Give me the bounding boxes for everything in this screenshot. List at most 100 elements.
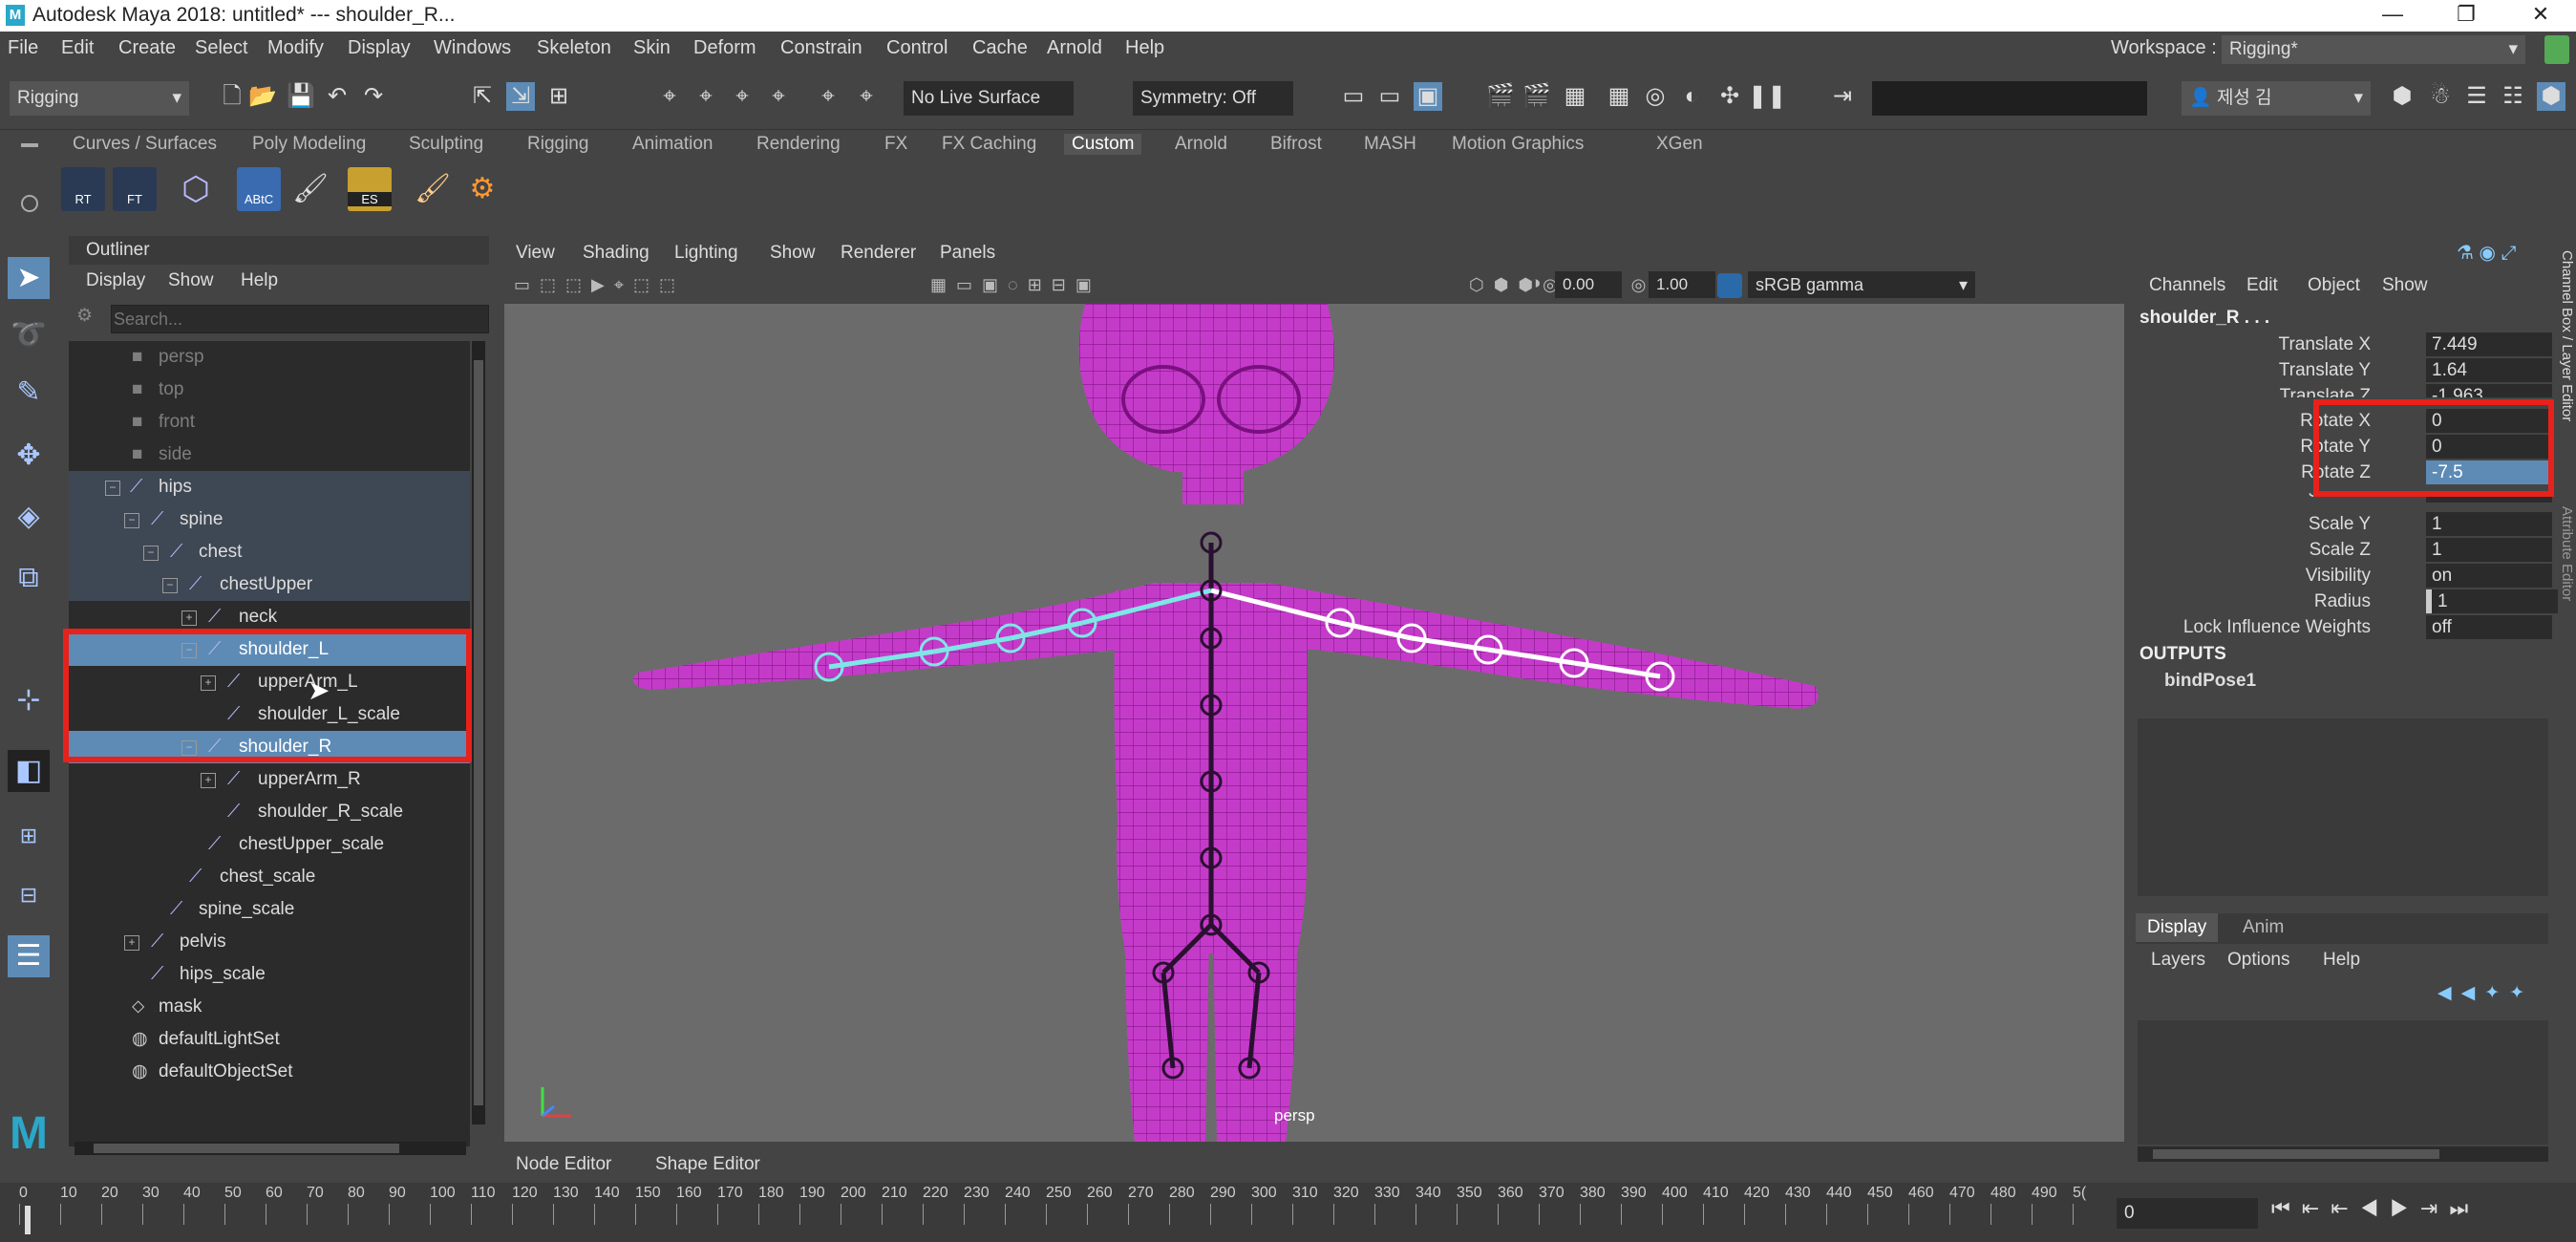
select-tool-icon[interactable]: ➤: [8, 257, 50, 299]
viewport-menu-shading[interactable]: Shading: [583, 243, 649, 264]
color-management-icon[interactable]: [1717, 273, 1742, 298]
display-toggles-icon[interactable]: ▦▭▣◌⊞⊟▣: [930, 275, 1389, 298]
channel-box-icons[interactable]: ⚗ ◉ ⤢: [2457, 241, 2552, 264]
outliner-menu-show[interactable]: Show: [168, 270, 214, 291]
list-item[interactable]: ◍ defaultLightSet: [69, 1023, 470, 1056]
shelf-tab[interactable]: MASH: [1364, 134, 1416, 155]
list-item[interactable]: ◍ defaultObjectSet: [69, 1056, 470, 1088]
attr-value[interactable]: 7.449: [2426, 332, 2552, 356]
layer-tab-display[interactable]: Display: [2136, 913, 2219, 942]
attr-value[interactable]: -1.963: [2426, 384, 2552, 397]
shelf-tool-icon[interactable]: ⚙: [460, 167, 504, 211]
list-item[interactable]: ⟋ chestUpper_scale: [69, 828, 470, 861]
hypershade-icon[interactable]: ◎: [1641, 82, 1670, 111]
list-item[interactable]: + ⟋ upperArm_R: [69, 763, 470, 796]
layer-menu-help[interactable]: Help: [2323, 950, 2360, 971]
output-bindpose[interactable]: bindPose1: [2164, 671, 2256, 692]
menu-select[interactable]: Select: [195, 37, 248, 59]
minimize-button[interactable]: —: [2364, 0, 2421, 32]
modeling-toolkit-icon[interactable]: ⇥: [1828, 82, 1857, 111]
shelf-tab-active[interactable]: Custom: [1064, 134, 1142, 155]
menu-create[interactable]: Create: [118, 37, 176, 59]
attr-translate-y[interactable]: Translate Y 1.64: [2132, 358, 2552, 383]
gamma-input[interactable]: 1.00: [1649, 271, 1715, 298]
render-frame-icon[interactable]: 🎬: [1486, 82, 1515, 111]
list-item[interactable]: ⟋ shoulder_R_scale: [69, 796, 470, 828]
list-item[interactable]: − ⟋ chestUpper: [69, 568, 470, 601]
shelf-tab[interactable]: Arnold: [1175, 134, 1227, 155]
expand-icon[interactable]: +: [181, 610, 197, 626]
layer-tab-anim[interactable]: Anim: [2243, 917, 2284, 938]
viewport-menu-show[interactable]: Show: [770, 243, 816, 264]
collapse-icon[interactable]: −: [124, 513, 139, 528]
viewport-menu-lighting[interactable]: Lighting: [674, 243, 738, 264]
shelf-tab[interactable]: Animation: [632, 134, 713, 155]
time-slider[interactable]: 0 10 20 30 40 50 60 70 80 90 100 110 120 130 140 150 160…: [0, 1183, 2576, 1242]
collapse-icon[interactable]: −: [105, 481, 120, 496]
viewport-menu-renderer[interactable]: Renderer: [841, 243, 916, 264]
list-item[interactable]: ⬦ mask: [69, 991, 470, 1023]
attr-scale-z[interactable]: Scale Z 1: [2132, 538, 2552, 563]
render-setup-icon[interactable]: ◐: [1677, 82, 1706, 111]
current-time-marker[interactable]: [25, 1206, 31, 1234]
snap-curve-icon[interactable]: ⌖: [692, 82, 720, 111]
shelf-es-icon[interactable]: ES: [348, 167, 392, 211]
toggle-attribute-editor-icon[interactable]: ☃: [2426, 82, 2455, 111]
render-settings-icon[interactable]: ▦: [1605, 82, 1633, 111]
user-account-button[interactable]: 👤 제성 김 ▾: [2182, 81, 2371, 116]
shelf-abtc-icon[interactable]: ABtC: [237, 167, 281, 211]
single-perspective-layout-icon[interactable]: ◧: [8, 750, 50, 792]
menu-cache[interactable]: Cache: [972, 37, 1028, 59]
attr-value[interactable]: 1: [2426, 512, 2552, 536]
outliner-layout-icon[interactable]: ☰: [8, 935, 50, 977]
viewport-3d-scene[interactable]: persp: [504, 304, 2124, 1142]
shelf-cube-icon[interactable]: ⬡: [174, 167, 218, 211]
menu-control[interactable]: Control: [886, 37, 947, 59]
output-history-icon[interactable]: ▭: [1375, 82, 1404, 111]
toggle-outliner-icon[interactable]: ⬢: [2537, 82, 2565, 111]
snap-surface-icon[interactable]: ⌖: [814, 82, 842, 111]
collapse-icon[interactable]: −: [162, 578, 178, 593]
save-scene-icon[interactable]: 💾: [287, 82, 315, 111]
outliner-menu-display[interactable]: Display: [86, 270, 145, 291]
expand-icon[interactable]: +: [201, 773, 216, 788]
snap-vertex-icon[interactable]: ⌖: [852, 82, 881, 111]
layer-menu-options[interactable]: Options: [2227, 950, 2289, 971]
shelf-brush-icon[interactable]: 🖌: [288, 167, 332, 211]
undo-icon[interactable]: ↶: [323, 82, 351, 111]
menu-constrain[interactable]: Constrain: [780, 37, 862, 59]
toggle-tool-settings-icon[interactable]: ☰: [2462, 82, 2491, 111]
list-item[interactable]: ⟋ chest_scale: [69, 861, 470, 893]
lasso-tool-icon[interactable]: ➰: [8, 314, 50, 356]
shelf-tab[interactable]: Motion Graphics: [1452, 134, 1584, 155]
live-surface-field[interactable]: No Live Surface: [904, 81, 1074, 116]
symmetry-dropdown[interactable]: Symmetry: Off: [1133, 81, 1293, 116]
channel-menu-object[interactable]: Object: [2308, 275, 2360, 296]
select-component-icon[interactable]: ⊞: [544, 82, 573, 111]
list-item[interactable]: ■ top: [69, 374, 470, 406]
camera-tools-icon[interactable]: ▭⬚⬚▶⌖⬚⬚: [514, 275, 915, 298]
attr-value[interactable]: 1: [2426, 589, 2558, 613]
persp-outliner-layout-icon[interactable]: ⊟: [8, 874, 50, 916]
snap-grid-icon[interactable]: ⌖: [655, 82, 684, 111]
pause-icon[interactable]: ❚❚: [1748, 82, 1786, 111]
toggle-modeling-toolkit-icon[interactable]: ⬢: [2388, 82, 2416, 111]
playback-controls[interactable]: ⏮⇤⇤◀▶⇥⏭: [2271, 1196, 2567, 1231]
layer-scrollbar[interactable]: [2138, 1146, 2548, 1162]
menu-deform[interactable]: Deform: [693, 37, 756, 59]
timeline-ruler[interactable]: 0 10 20 30 40 50 60 70 80 90 100 110 120 130 140 150 160…: [19, 1183, 2111, 1242]
menu-display[interactable]: Display: [348, 37, 411, 59]
shelf-tab[interactable]: Sculpting: [409, 134, 483, 155]
color-space-dropdown[interactable]: sRGB gamma ▾: [1748, 271, 1975, 298]
filter-icon[interactable]: ⚙: [76, 305, 101, 330]
menu-windows[interactable]: Windows: [434, 37, 511, 59]
layer-action-icons[interactable]: ◀◀✦✦: [2438, 982, 2543, 1005]
attr-translate-x[interactable]: Translate X 7.449: [2132, 332, 2552, 357]
shelf-rt-icon[interactable]: RT: [61, 167, 105, 211]
channel-menu-edit[interactable]: Edit: [2246, 275, 2278, 296]
outliner-menu-help[interactable]: Help: [241, 270, 278, 291]
list-item[interactable]: − ⟋ hips: [69, 471, 470, 503]
viewport-menu-view[interactable]: View: [516, 243, 555, 264]
attr-value[interactable]: off: [2426, 615, 2552, 639]
menu-skeleton[interactable]: Skeleton: [537, 37, 611, 59]
